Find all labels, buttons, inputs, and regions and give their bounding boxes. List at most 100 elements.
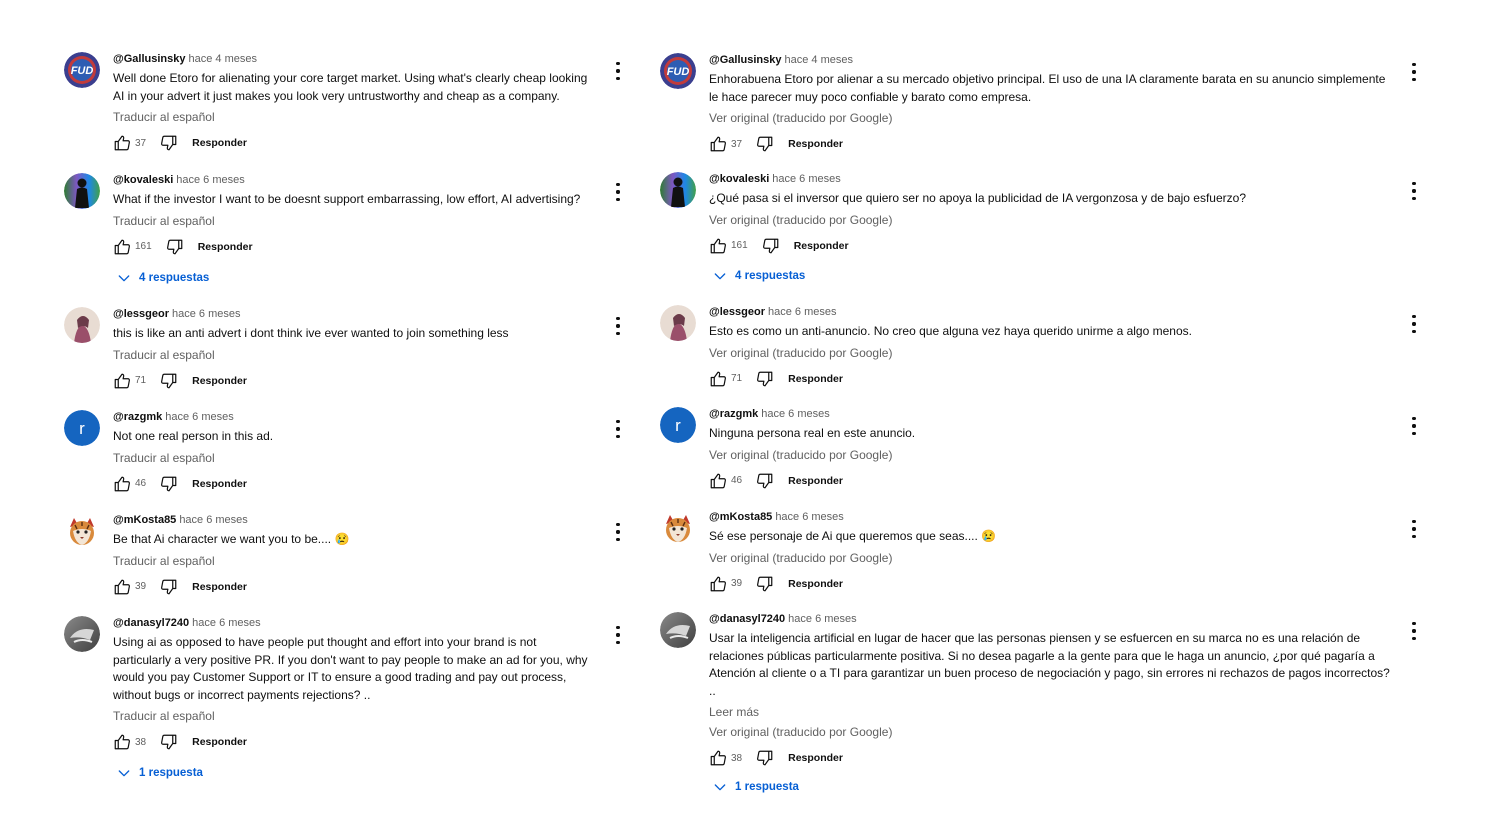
see-original-link[interactable]: Ver original (traducido por Google) (709, 110, 1390, 126)
more-vert-icon[interactable] (1408, 622, 1420, 640)
thumb-down-icon[interactable] (756, 135, 774, 153)
thumb-down-icon[interactable] (756, 472, 774, 490)
thumb-up-icon[interactable] (113, 372, 131, 390)
thumb-down-icon[interactable] (756, 749, 774, 767)
more-vert-icon[interactable] (1408, 63, 1420, 81)
comment-author[interactable]: @mKosta85 (113, 514, 176, 526)
comment-author[interactable]: @Gallusinsky (709, 54, 781, 66)
see-original-link[interactable]: Ver original (traducido por Google) (709, 345, 1390, 361)
comment-time[interactable]: hace 4 meses (784, 54, 852, 66)
more-vert-icon[interactable] (612, 62, 624, 80)
more-vert-icon[interactable] (612, 523, 624, 541)
see-original-link[interactable]: Ver original (traducido por Google) (709, 212, 1390, 228)
thumb-down-icon[interactable] (762, 237, 780, 255)
comment-author[interactable]: @mKosta85 (709, 511, 772, 523)
more-vert-icon[interactable] (612, 420, 624, 438)
reply-button[interactable]: Responder (192, 581, 247, 593)
translate-link[interactable]: Traducir al español (113, 213, 594, 229)
thumb-up-icon[interactable] (709, 370, 727, 388)
avatar[interactable] (660, 510, 696, 546)
see-original-link[interactable]: Ver original (traducido por Google) (709, 724, 1390, 740)
reply-button[interactable]: Responder (788, 578, 843, 590)
translate-link[interactable]: Traducir al español (113, 450, 594, 466)
thumb-down-icon[interactable] (160, 733, 178, 751)
comment-time[interactable]: hace 6 meses (179, 514, 247, 526)
reply-button[interactable]: Responder (192, 375, 247, 387)
more-vert-icon[interactable] (1408, 315, 1420, 333)
see-original-link[interactable]: Ver original (traducido por Google) (709, 447, 1390, 463)
more-vert-icon[interactable] (1408, 417, 1420, 435)
reply-button[interactable]: Responder (794, 240, 849, 252)
reply-button[interactable]: Responder (192, 736, 247, 748)
comment-author[interactable]: @kovaleski (113, 174, 173, 186)
avatar[interactable] (64, 513, 100, 549)
comment-author[interactable]: @lessgeor (709, 306, 765, 318)
thumb-down-icon[interactable] (160, 134, 178, 152)
reply-button[interactable]: Responder (198, 241, 253, 253)
comment-time[interactable]: hace 6 meses (192, 617, 260, 629)
comment-author[interactable]: @lessgeor (113, 308, 169, 320)
comment-time[interactable]: hace 4 meses (188, 53, 256, 65)
translate-link[interactable]: Traducir al español (113, 109, 594, 125)
comment-author[interactable]: @Gallusinsky (113, 53, 185, 65)
thumb-up-icon[interactable] (709, 749, 727, 767)
comment-time[interactable]: hace 6 meses (165, 411, 233, 423)
thumb-up-icon[interactable] (709, 135, 727, 153)
translate-link[interactable]: Traducir al español (113, 347, 594, 363)
comment-time[interactable]: hace 6 meses (788, 613, 856, 625)
read-more-link[interactable]: Leer más (709, 704, 1390, 720)
avatar[interactable] (660, 305, 696, 341)
avatar[interactable]: r (660, 407, 696, 443)
view-replies-button[interactable]: 4 respuestas (712, 267, 805, 285)
avatar[interactable] (64, 616, 100, 652)
reply-button[interactable]: Responder (788, 752, 843, 764)
thumb-up-icon[interactable] (113, 134, 131, 152)
comment-time[interactable]: hace 6 meses (768, 306, 836, 318)
thumb-up-icon[interactable] (113, 475, 131, 493)
comment-time[interactable]: hace 6 meses (775, 511, 843, 523)
avatar[interactable]: r (64, 410, 100, 446)
thumb-up-icon[interactable] (113, 238, 131, 256)
avatar[interactable] (660, 172, 696, 208)
more-vert-icon[interactable] (1408, 182, 1420, 200)
thumb-down-icon[interactable] (756, 575, 774, 593)
comment-author[interactable]: @danasyl7240 (709, 613, 785, 625)
thumb-up-icon[interactable] (709, 237, 727, 255)
avatar[interactable] (660, 612, 696, 648)
comment-author[interactable]: @kovaleski (709, 173, 769, 185)
comment-time[interactable]: hace 6 meses (176, 174, 244, 186)
reply-button[interactable]: Responder (788, 373, 843, 385)
thumb-up-icon[interactable] (113, 578, 131, 596)
thumb-down-icon[interactable] (166, 238, 184, 256)
avatar[interactable] (64, 307, 100, 343)
translate-link[interactable]: Traducir al español (113, 553, 594, 569)
thumb-down-icon[interactable] (160, 578, 178, 596)
more-vert-icon[interactable] (612, 183, 624, 201)
thumb-down-icon[interactable] (756, 370, 774, 388)
comment-time[interactable]: hace 6 meses (772, 173, 840, 185)
comment-author[interactable]: @razgmk (709, 408, 758, 420)
more-vert-icon[interactable] (612, 317, 624, 335)
view-replies-button[interactable]: 4 respuestas (116, 269, 209, 287)
comment-time[interactable]: hace 6 meses (172, 308, 240, 320)
reply-button[interactable]: Responder (788, 138, 843, 150)
avatar[interactable]: FUD (660, 53, 696, 89)
reply-button[interactable]: Responder (192, 478, 247, 490)
thumb-down-icon[interactable] (160, 372, 178, 390)
thumb-down-icon[interactable] (160, 475, 178, 493)
comment-author[interactable]: @danasyl7240 (113, 617, 189, 629)
translate-link[interactable]: Traducir al español (113, 708, 594, 724)
view-replies-button[interactable]: 1 respuesta (116, 764, 203, 782)
comment-author[interactable]: @razgmk (113, 411, 162, 423)
thumb-up-icon[interactable] (709, 472, 727, 490)
avatar[interactable] (64, 173, 100, 209)
reply-button[interactable]: Responder (788, 475, 843, 487)
see-original-link[interactable]: Ver original (traducido por Google) (709, 550, 1390, 566)
thumb-up-icon[interactable] (709, 575, 727, 593)
avatar[interactable]: FUD (64, 52, 100, 88)
thumb-up-icon[interactable] (113, 733, 131, 751)
view-replies-button[interactable]: 1 respuesta (712, 778, 799, 796)
comment-time[interactable]: hace 6 meses (761, 408, 829, 420)
reply-button[interactable]: Responder (192, 137, 247, 149)
more-vert-icon[interactable] (1408, 520, 1420, 538)
